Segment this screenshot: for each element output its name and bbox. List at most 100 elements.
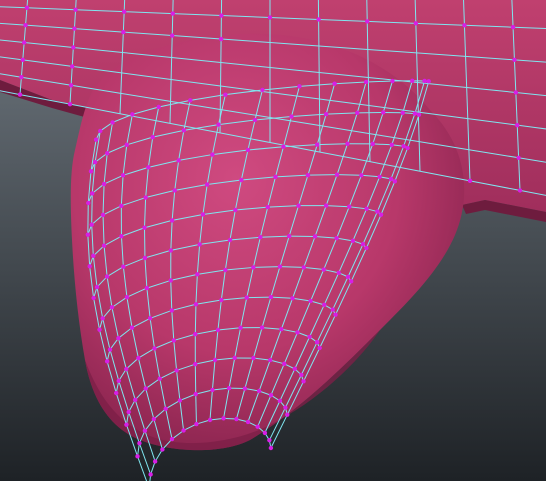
mesh-vertex[interactable] [226,385,232,391]
mesh-vertex[interactable] [277,398,283,404]
mesh-vertex[interactable] [296,203,301,208]
mesh-vertex[interactable] [170,33,175,38]
mesh-vertex[interactable] [94,284,100,290]
mesh-vertex[interactable] [210,152,215,157]
mesh-vertex[interactable] [315,142,320,147]
mesh-vertex[interactable] [24,5,30,10]
mesh-vertex[interactable] [98,128,103,134]
mesh-vertex[interactable] [273,174,278,180]
mesh-vertex[interactable] [70,64,75,69]
mesh-vertex[interactable] [194,421,199,427]
mesh-vertex[interactable] [279,326,284,332]
mesh-vertex[interactable] [219,13,224,18]
mesh-vertex[interactable] [219,297,224,303]
mesh-vertex[interactable] [137,441,142,446]
mesh-vertex[interactable] [392,179,398,184]
mesh-vertex[interactable] [193,302,199,307]
mesh-vertex[interactable] [116,378,121,383]
mesh-vertex[interactable] [87,264,92,269]
mesh-vertex[interactable] [268,357,273,363]
mesh-vertex[interactable] [157,376,162,381]
mesh-vertex[interactable] [121,264,126,269]
mesh-vertex[interactable] [151,416,157,422]
mesh-vertex[interactable] [193,332,198,337]
mesh-vertex[interactable] [130,112,135,117]
mesh-vertex[interactable] [359,173,364,178]
mesh-vertex[interactable] [405,145,410,151]
mesh-vertex[interactable] [160,447,165,452]
mesh-vertex[interactable] [308,298,313,304]
mesh-vertex[interactable] [251,355,256,361]
mesh-vertex[interactable] [23,22,28,28]
mesh-vertex[interactable] [290,296,295,301]
mesh-vertex[interactable] [85,232,91,237]
mesh-vertex[interactable] [336,270,341,276]
mesh-vertex[interactable] [238,325,243,331]
mesh-vertex[interactable] [245,147,251,153]
mesh-vertex[interactable] [121,29,126,35]
mesh-vertex[interactable] [188,98,193,103]
mesh-vertex[interactable] [110,120,115,125]
mesh-vertex[interactable] [268,445,274,451]
mesh-vertex[interactable] [334,172,340,177]
mesh-vertex[interactable] [364,245,369,251]
mesh-vertex[interactable] [88,169,94,174]
mesh-vertex[interactable] [168,248,174,253]
mesh-vertex[interactable] [116,335,121,341]
mesh-vertex[interactable] [163,406,168,412]
mesh-vertex[interactable] [193,361,198,367]
mesh-vertex[interactable] [252,117,258,123]
mesh-vertex[interactable] [72,26,77,31]
mesh-vertex[interactable] [260,87,265,93]
mesh-vertex[interactable] [426,79,431,84]
mesh-vertex[interactable] [89,222,94,227]
mesh-vertex[interactable] [169,308,174,313]
mesh-vertex[interactable] [267,15,273,20]
mesh-vertex[interactable] [510,25,516,30]
mesh-vertex[interactable] [297,84,302,89]
mesh-vertex[interactable] [330,307,335,312]
mesh-vertex[interactable] [286,233,292,239]
mesh-vertex[interactable] [375,209,380,214]
mesh-vertex[interactable] [333,312,338,317]
mesh-vertex[interactable] [17,92,23,97]
mesh-vertex[interactable] [345,274,351,280]
mesh-vertex[interactable] [322,302,327,308]
mesh-vertex[interactable] [323,111,329,117]
mesh-vertex[interactable] [262,430,268,436]
mesh-vertex[interactable] [100,316,105,321]
mesh-vertex[interactable] [307,334,312,340]
mesh-vertex[interactable] [245,419,251,425]
mesh-vertex[interactable] [133,397,138,403]
mesh-vertex[interactable] [147,316,153,321]
mesh-vertex[interactable] [215,327,221,333]
mesh-vertex[interactable] [301,379,306,384]
mesh-vertex[interactable] [177,398,183,403]
mesh-vertex[interactable] [71,45,76,50]
mesh-vertex[interactable] [232,355,237,361]
mesh-vertex[interactable] [101,243,107,248]
mesh-vertex[interactable] [255,424,260,429]
mesh-vertex[interactable] [152,459,158,464]
mesh-vertex[interactable] [289,114,294,119]
mesh-vertex[interactable] [200,212,206,217]
mesh-vertex[interactable] [143,386,148,391]
mesh-vertex[interactable] [218,36,224,42]
mesh-vertex[interactable] [363,79,369,85]
mesh-vertex[interactable] [388,176,394,182]
mesh-vertex[interactable] [513,90,519,95]
mesh-vertex[interactable] [143,195,148,200]
mesh-vertex[interactable] [170,11,175,16]
mesh-vertex[interactable] [413,21,419,26]
mesh-vertex[interactable] [101,181,107,187]
mesh-vertex[interactable] [223,267,228,273]
mesh-vertex[interactable] [321,267,326,272]
mesh-vertex[interactable] [221,416,226,421]
mesh-vertex[interactable] [136,355,141,361]
mesh-vertex[interactable] [100,212,106,218]
mesh-vertex[interactable] [73,7,78,12]
mesh-vertex[interactable] [86,200,91,206]
mesh-vertex[interactable] [314,340,320,345]
mesh-vertex[interactable] [124,422,129,427]
mesh-vertex[interactable] [204,182,210,187]
